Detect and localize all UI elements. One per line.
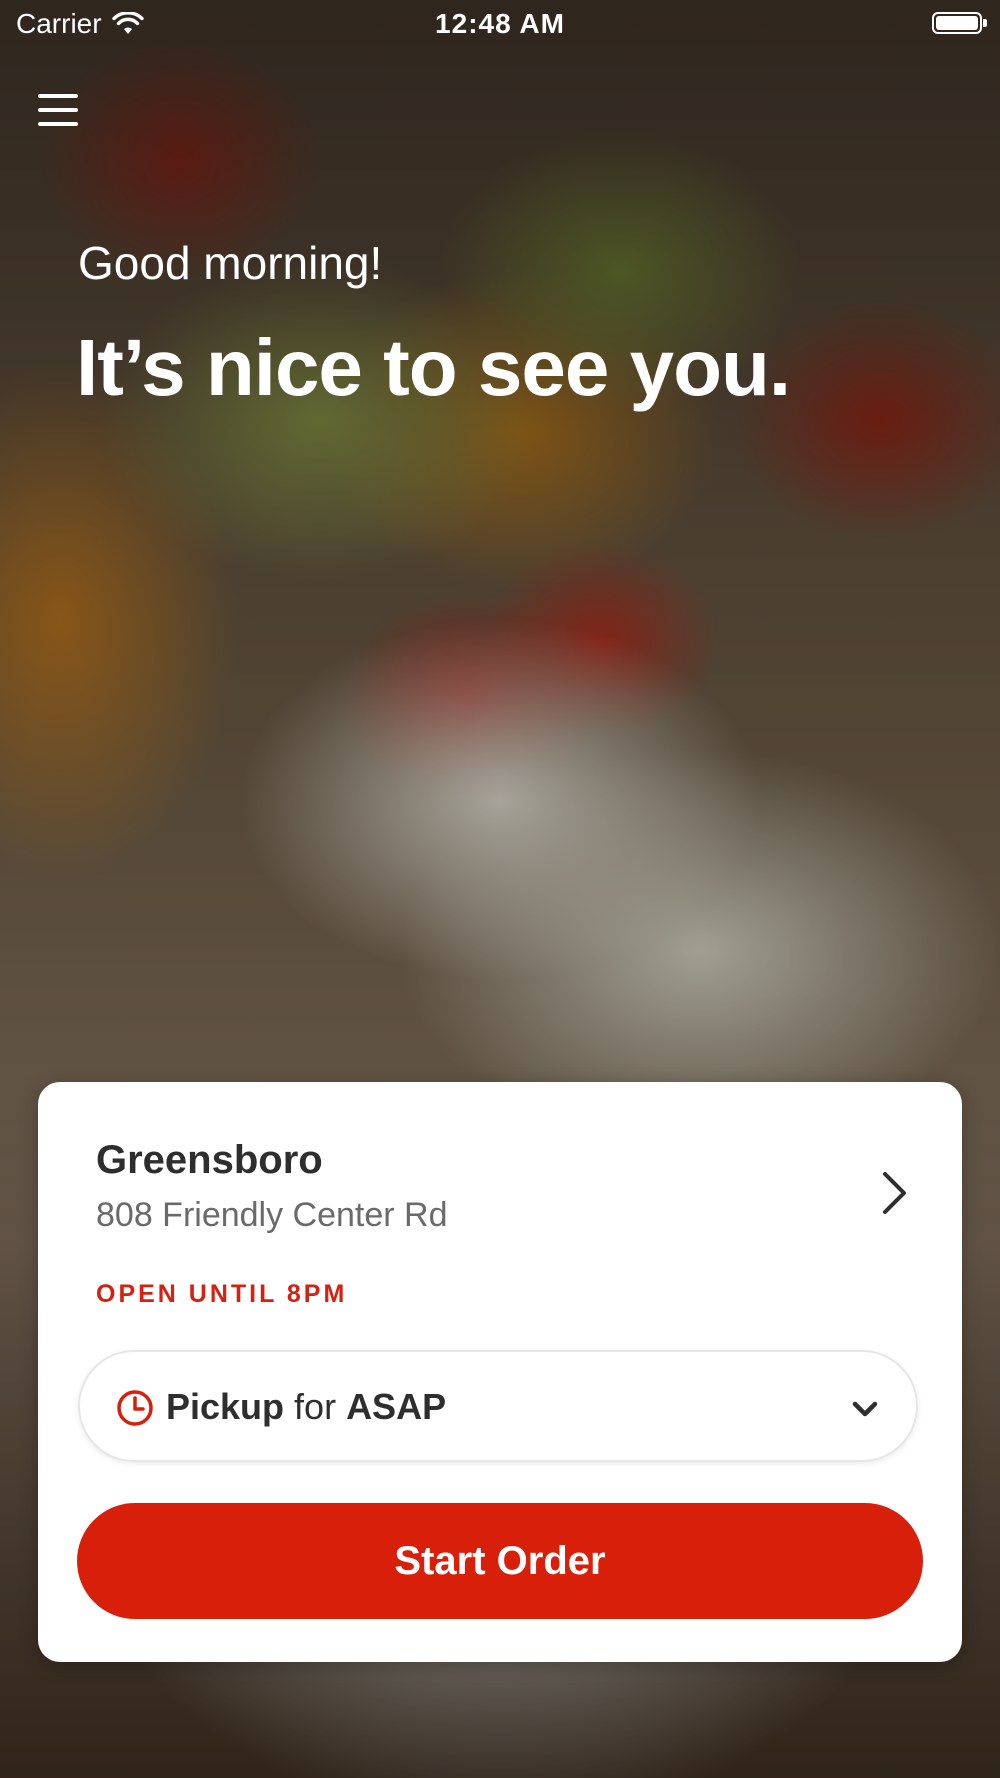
clock-icon <box>117 1390 153 1426</box>
order-connector: for <box>294 1386 337 1427</box>
hamburger-menu-icon[interactable] <box>38 94 78 130</box>
order-time: ASAP <box>346 1386 447 1427</box>
location-name: Greensboro <box>96 1138 323 1182</box>
headline-text: It’s nice to see you. <box>76 323 791 412</box>
location-selector[interactable]: Greensboro 808 Friendly Center Rd <box>38 1082 962 1252</box>
status-time: 12:48 AM <box>435 8 565 39</box>
greeting-text: Good morning! <box>78 237 383 289</box>
chevron-right-icon <box>883 1172 906 1214</box>
location-card: Greensboro 808 Friendly Center Rd OPEN U… <box>38 1082 962 1662</box>
order-mode-dropdown[interactable]: Pickup for ASAP <box>78 1350 918 1462</box>
open-status-badge: OPEN UNTIL 8PM <box>96 1280 348 1308</box>
status-bar: Carrier 12:48 AM <box>0 0 1000 50</box>
battery-icon <box>932 12 987 34</box>
order-mode-text: Pickup for ASAP <box>166 1386 446 1428</box>
chevron-down-icon <box>852 1401 878 1417</box>
location-address: 808 Friendly Center Rd <box>96 1196 448 1234</box>
start-order-button[interactable]: Start Order <box>77 1503 923 1619</box>
order-method: Pickup <box>166 1386 285 1427</box>
